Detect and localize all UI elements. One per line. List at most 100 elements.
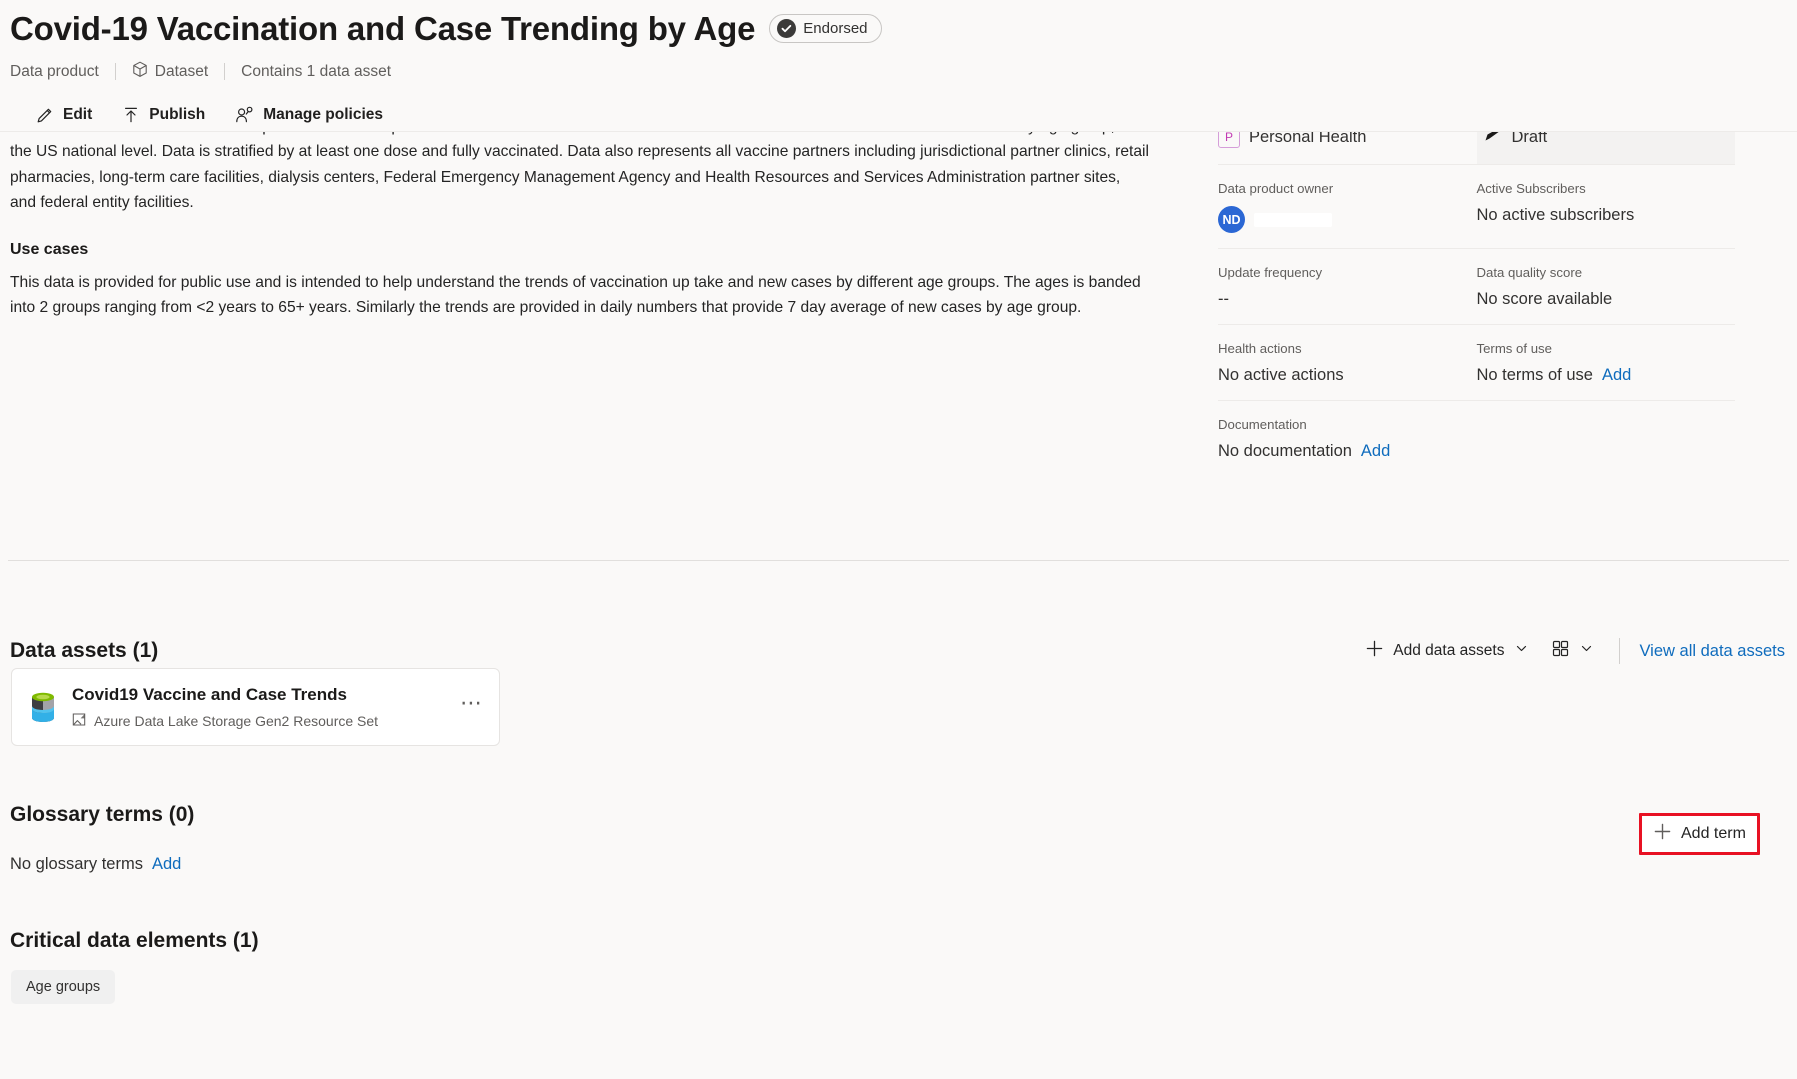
use-cases-paragraph: This data is provided for public use and… — [10, 274, 1141, 317]
quality-score-label: Data quality score — [1476, 265, 1583, 280]
terms-of-use-add-link[interactable]: Add — [1602, 366, 1631, 385]
description-paragraph: This data comes from the CDC as a part o… — [10, 132, 1149, 211]
chevron-down-icon — [1515, 642, 1528, 660]
metadata-row-classification: P Personal Health Draft — [1218, 131, 1735, 165]
metadata-row-health-terms: Health actions No active actions Terms o… — [1218, 325, 1735, 401]
resource-set-icon — [72, 712, 86, 730]
publish-label: Publish — [149, 105, 206, 123]
breadcrumb: Data product Dataset Contains 1 data ass… — [10, 61, 1797, 83]
classification-cell: P Personal Health — [1218, 131, 1477, 164]
documentation-add-link[interactable]: Add — [1361, 442, 1390, 461]
command-bar: Edit Publish Manage policies — [24, 99, 1797, 131]
publish-button[interactable]: Publish — [110, 99, 217, 131]
manage-policies-button[interactable]: Manage policies — [223, 99, 395, 131]
azure-data-lake-storage-icon — [28, 689, 58, 725]
data-asset-card[interactable]: Covid19 Vaccine and Case Trends Azure Da… — [11, 668, 500, 746]
classification-value-wrap: P Personal Health — [1218, 131, 1473, 148]
person-key-icon — [235, 106, 254, 124]
health-actions-label: Health actions — [1218, 341, 1302, 356]
update-frequency-value: -- — [1218, 290, 1229, 308]
subscribers-cell: Active Subscribers No active subscribers — [1477, 165, 1736, 248]
terms-of-use-label: Terms of use — [1476, 341, 1553, 356]
avatar: ND — [1218, 206, 1245, 233]
update-frequency-cell: Update frequency -- — [1218, 249, 1477, 324]
glossary-empty-state: No glossary terms Add — [10, 855, 181, 874]
use-cases-heading: Use cases — [10, 241, 89, 258]
personal-health-tag-icon: P — [1218, 132, 1240, 148]
add-term-annotation-box: Add term — [1639, 813, 1760, 855]
terms-of-use-value: No terms of use — [1476, 366, 1593, 384]
owner-cell: Data product owner ND — [1218, 165, 1477, 248]
status-value-wrap: Draft — [1483, 131, 1732, 149]
cube-icon — [132, 61, 148, 83]
documentation-value-wrap: No documentation Add — [1218, 442, 1473, 461]
documentation-value: No documentation — [1218, 442, 1352, 460]
classification-value: Personal Health — [1249, 131, 1367, 146]
data-asset-more-menu[interactable]: ⋯ — [458, 692, 485, 717]
edit-button[interactable]: Edit — [24, 99, 104, 131]
endorsed-badge: Endorsed — [769, 14, 882, 44]
critical-data-elements-heading: Critical data elements (1) — [10, 929, 259, 952]
add-data-assets-button[interactable]: Add data assets — [1354, 632, 1539, 670]
documentation-spacer-cell — [1477, 401, 1736, 476]
detail-scroll-region[interactable]: This data comes from the CDC as a part o… — [0, 131, 1797, 557]
quality-score-cell: Data quality score No score available — [1477, 249, 1736, 324]
metadata-column: P Personal Health Draft Data product own… — [1218, 131, 1735, 476]
draft-pen-icon — [1483, 132, 1503, 149]
data-assets-toolbar: Add data assets View all data assets — [1354, 632, 1789, 670]
edit-label: Edit — [63, 105, 93, 123]
endorsed-label: Endorsed — [803, 20, 868, 38]
breadcrumb-type: Dataset — [116, 61, 224, 83]
quality-score-value: No score available — [1476, 290, 1613, 308]
metadata-row-owner: Data product owner ND Active Subscribers… — [1218, 165, 1735, 249]
critical-data-element-chip[interactable]: Age groups — [11, 970, 116, 1004]
grid-view-icon — [1552, 640, 1569, 662]
breadcrumb-asset-count: Contains 1 data asset — [241, 62, 392, 80]
pencil-icon — [36, 106, 54, 124]
page-title: Covid-19 Vaccination and Case Trending b… — [10, 10, 756, 47]
data-asset-name: Covid19 Vaccine and Case Trends — [72, 684, 347, 704]
title-row: Covid-19 Vaccination and Case Trending b… — [10, 10, 1797, 48]
owner-name-redacted — [1254, 212, 1332, 227]
check-circle-icon — [777, 19, 797, 39]
description-column: This data comes from the CDC as a part o… — [10, 132, 1150, 339]
health-actions-cell: Health actions No active actions — [1218, 325, 1477, 400]
subscribers-label: Active Subscribers — [1476, 181, 1586, 196]
data-asset-body: Covid19 Vaccine and Case Trends Azure Da… — [72, 684, 458, 730]
view-layout-button[interactable] — [1541, 633, 1604, 669]
owner-label: Data product owner — [1218, 181, 1334, 196]
section-divider — [8, 560, 1789, 561]
manage-policies-label: Manage policies — [263, 105, 383, 123]
view-all-data-assets-link[interactable]: View all data assets — [1635, 636, 1789, 667]
metadata-grid: P Personal Health Draft Data product own… — [1218, 131, 1735, 476]
owner-value-wrap: ND — [1218, 206, 1473, 233]
status-value: Draft — [1511, 131, 1548, 146]
metadata-row-frequency: Update frequency -- Data quality score N… — [1218, 249, 1735, 325]
data-assets-heading: Data assets (1) — [10, 639, 159, 662]
data-product-page: Covid-19 Vaccination and Case Trending b… — [0, 0, 1797, 1079]
glossary-empty-text: No glossary terms — [10, 855, 143, 873]
add-term-label: Add term — [1681, 825, 1746, 842]
page-header: Covid-19 Vaccination and Case Trending b… — [0, 0, 1797, 131]
health-actions-value: No active actions — [1218, 366, 1344, 384]
glossary-terms-heading: Glossary terms (0) — [10, 803, 195, 826]
terms-of-use-value-wrap: No terms of use Add — [1477, 366, 1732, 385]
glossary-add-link[interactable]: Add — [152, 855, 181, 874]
status-cell[interactable]: Draft — [1476, 131, 1735, 164]
data-assets-header: Data assets (1) Add data assets View all… — [10, 632, 1789, 670]
subscribers-value: No active subscribers — [1476, 206, 1635, 224]
data-asset-type-label: Azure Data Lake Storage Gen2 Resource Se… — [94, 713, 379, 730]
breadcrumb-type-label: Dataset — [154, 62, 209, 80]
plus-icon — [1365, 639, 1384, 663]
documentation-label: Documentation — [1218, 417, 1307, 432]
toolbar-divider — [1619, 638, 1621, 664]
update-frequency-label: Update frequency — [1218, 265, 1323, 280]
publish-arrow-icon — [122, 106, 140, 124]
add-data-assets-label: Add data assets — [1393, 642, 1505, 659]
data-asset-subtitle: Azure Data Lake Storage Gen2 Resource Se… — [72, 712, 458, 730]
add-term-button[interactable]: Add term — [1642, 816, 1757, 852]
documentation-cell: Documentation No documentation Add — [1218, 401, 1477, 476]
chevron-down-icon-layout — [1580, 642, 1593, 660]
plus-icon-add-term — [1653, 822, 1672, 846]
metadata-row-documentation: Documentation No documentation Add — [1218, 401, 1735, 476]
